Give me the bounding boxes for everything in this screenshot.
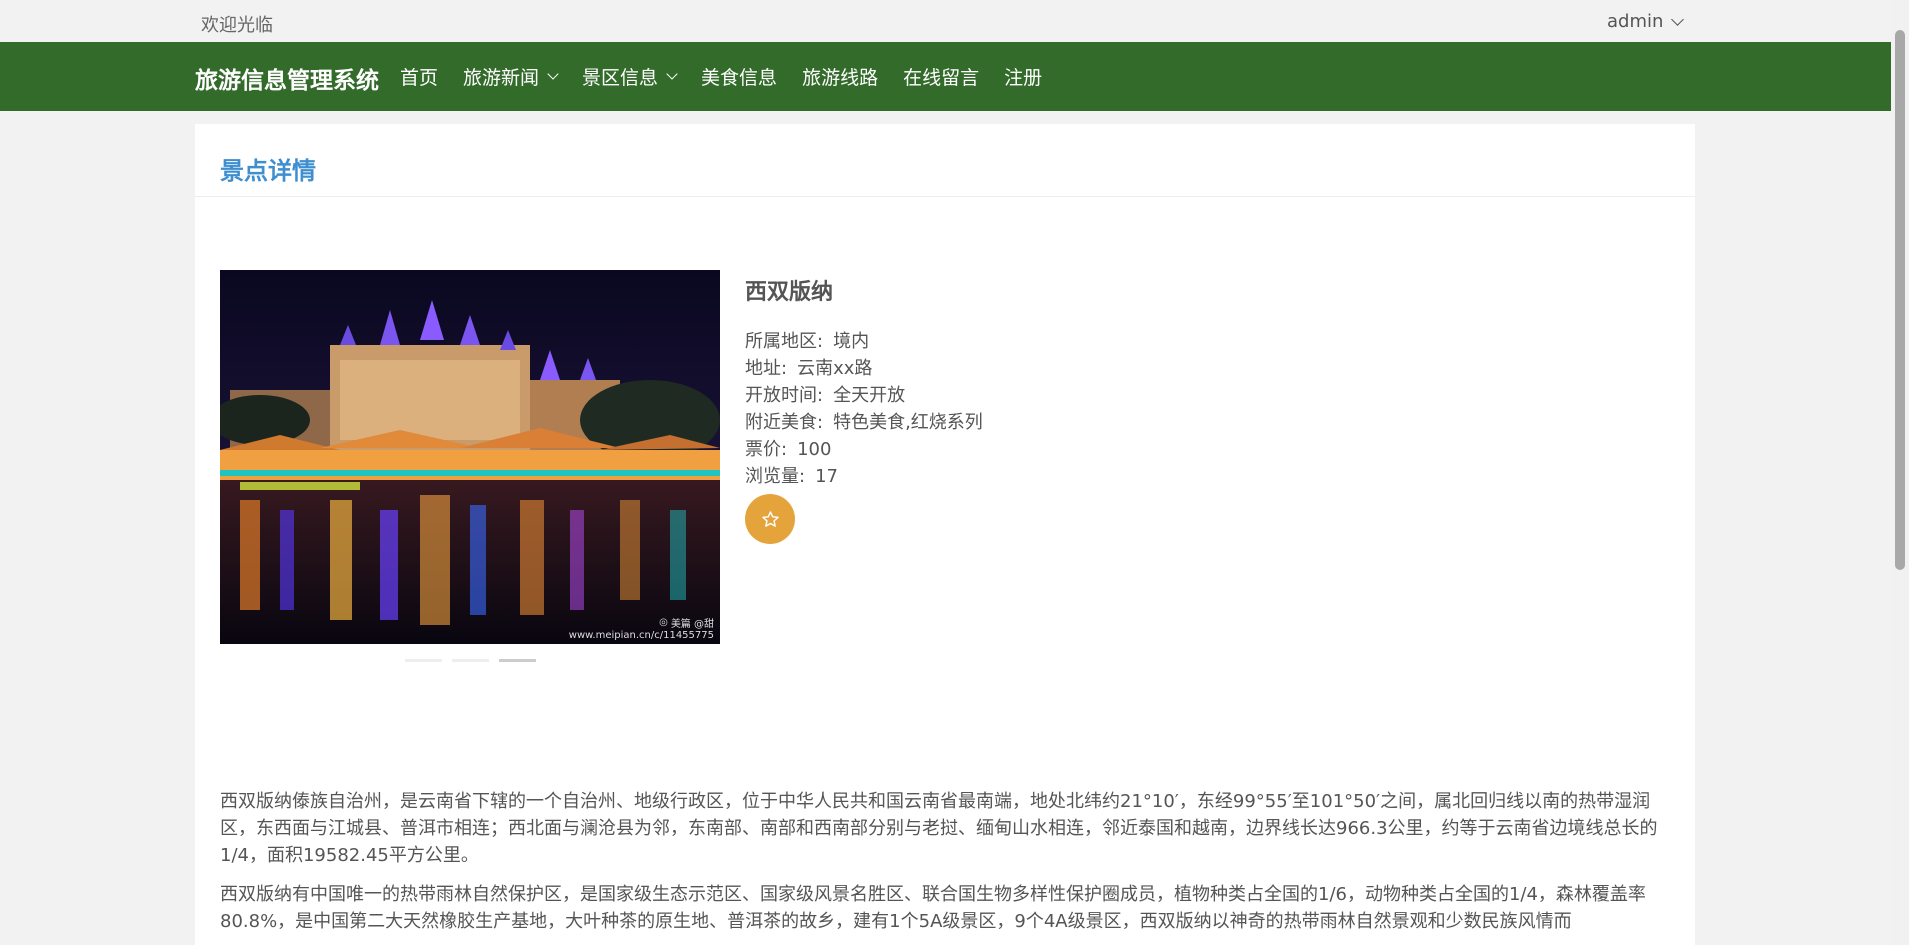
hours-value: 全天开放 xyxy=(833,385,906,406)
nav-item-register[interactable]: 注册 xyxy=(1004,63,1042,90)
watermark-brand-text: 美篇 @甜 xyxy=(670,619,714,630)
nav-item-travel-news[interactable]: 旅游新闻 xyxy=(463,63,559,90)
page-title: 景点详情 xyxy=(220,157,316,185)
chevron-down-icon xyxy=(1671,12,1685,26)
nav-item-scenic-info[interactable]: 景区信息 xyxy=(582,63,678,90)
spot-address-row: 地址: 云南xx路 xyxy=(745,355,983,382)
username: admin xyxy=(1607,11,1664,32)
food-value: 特色美食,红烧系列 xyxy=(833,412,983,433)
nav-menu: 首页 旅游新闻 景区信息 美食信息 旅游线路 在线留言 注册 xyxy=(400,63,1067,90)
nav-item-home[interactable]: 首页 xyxy=(400,63,438,90)
nav-item-label: 景区信息 xyxy=(582,67,659,89)
spot-price-row: 票价: 100 xyxy=(745,436,983,463)
main-navbar: 旅游信息管理系统 首页 旅游新闻 景区信息 美食信息 旅游线路 在线留言 注册 xyxy=(0,42,1891,111)
favorite-button[interactable] xyxy=(745,494,795,544)
spot-food-row: 附近美食: 特色美食,红烧系列 xyxy=(745,409,983,436)
address-value: 云南xx路 xyxy=(797,358,873,379)
views-value: 17 xyxy=(815,466,838,487)
welcome-text: 欢迎光临 xyxy=(201,15,273,36)
nav-item-label: 旅游线路 xyxy=(802,67,879,89)
spot-description: 西双版纳傣族自治州，是云南省下辖的一个自治州、地级行政区，位于中华人民共和国云南… xyxy=(220,788,1670,945)
nav-item-label: 首页 xyxy=(400,67,439,89)
carousel-dot[interactable] xyxy=(452,659,489,662)
star-icon xyxy=(761,510,779,527)
region-label: 所属地区: xyxy=(745,331,824,352)
page-scrollbar[interactable] xyxy=(1891,0,1909,945)
nav-item-label: 旅游新闻 xyxy=(463,67,540,89)
price-value: 100 xyxy=(797,439,832,460)
card-header: 景点详情 xyxy=(195,124,1695,197)
spot-views-row: 浏览量: 17 xyxy=(745,463,983,490)
top-bar: 欢迎光临 admin xyxy=(0,0,1891,42)
nav-item-label: 注册 xyxy=(1004,67,1043,89)
price-label: 票价: xyxy=(745,439,788,460)
carousel-dot[interactable] xyxy=(405,659,442,662)
food-label: 附近美食: xyxy=(745,412,824,433)
watermark-url: www.meipian.cn/c/11455775 xyxy=(568,630,714,641)
nav-item-messages[interactable]: 在线留言 xyxy=(903,63,979,90)
carousel-dot-active[interactable] xyxy=(499,659,536,662)
address-label: 地址: xyxy=(745,358,788,379)
spot-region-row: 所属地区: 境内 xyxy=(745,328,983,355)
site-brand[interactable]: 旅游信息管理系统 xyxy=(195,61,379,95)
watermark-brand: ◎ 美篇 @甜 xyxy=(659,615,714,630)
region-value: 境内 xyxy=(833,331,870,352)
spot-name: 西双版纳 xyxy=(745,280,834,305)
scenic-photo xyxy=(220,270,720,644)
nav-item-label: 美食信息 xyxy=(701,67,778,89)
detail-card: 景点详情 ◎ 美篇 @甜 www.meipian.cn/c/11455775 西… xyxy=(195,124,1695,945)
meipian-logo-icon: ◎ xyxy=(659,617,668,628)
hours-label: 开放时间: xyxy=(745,385,824,406)
description-paragraph: 西双版纳傣族自治州，是云南省下辖的一个自治州、地级行政区，位于中华人民共和国云南… xyxy=(220,791,1658,866)
description-paragraph: 西双版纳有中国唯一的热带雨林自然保护区，是国家级生态示范区、国家级风景名胜区、联… xyxy=(220,884,1646,932)
nav-item-label: 在线留言 xyxy=(903,67,980,89)
image-carousel[interactable]: ◎ 美篇 @甜 www.meipian.cn/c/11455775 xyxy=(220,270,720,644)
nav-item-food-info[interactable]: 美食信息 xyxy=(701,63,777,90)
spot-hours-row: 开放时间: 全天开放 xyxy=(745,382,983,409)
chevron-down-icon xyxy=(547,68,559,80)
spot-info: 西双版纳 所属地区: 境内 地址: 云南xx路 开放时间: 全天开放 附近美食: 特色美… xyxy=(745,274,983,544)
carousel-indicators xyxy=(405,659,536,662)
views-label: 浏览量: xyxy=(745,466,806,487)
chevron-down-icon xyxy=(666,68,678,80)
nav-item-travel-routes[interactable]: 旅游线路 xyxy=(802,63,878,90)
scrollbar-thumb[interactable] xyxy=(1895,30,1905,570)
user-menu[interactable]: admin xyxy=(1607,11,1685,32)
